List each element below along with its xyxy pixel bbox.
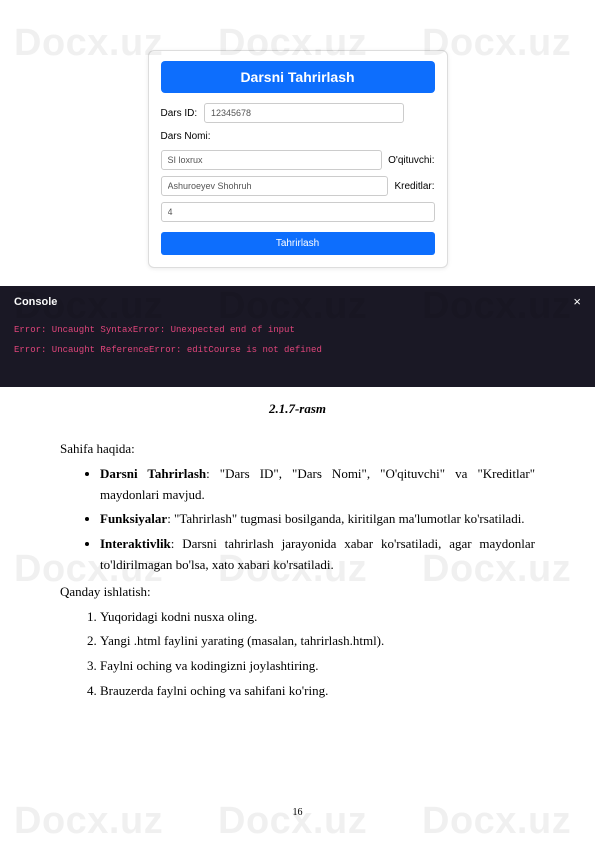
edit-lesson-form: Darsni Tahrirlash Dars ID: Dars Nomi: O'…	[148, 50, 448, 268]
section-heading: Sahifa haqida:	[60, 439, 535, 460]
close-icon[interactable]: ×	[573, 294, 581, 309]
console-body: Error: Uncaught SyntaxError: Unexpected …	[0, 317, 595, 373]
bullet-list: Darsni Tahrirlash: "Dars ID", "Dars Nomi…	[60, 464, 535, 576]
list-item: Interaktivlik: Darsni tahrirlash jarayon…	[100, 534, 535, 576]
console-error-line: Error: Uncaught SyntaxError: Unexpected …	[14, 325, 581, 335]
credits-input[interactable]	[161, 202, 435, 222]
list-item: Brauzerda faylni oching va sahifani ko'r…	[100, 681, 535, 702]
list-item: Darsni Tahrirlash: "Dars ID", "Dars Nomi…	[100, 464, 535, 506]
console-error-line: Error: Uncaught ReferenceError: editCour…	[14, 345, 581, 355]
section-heading: Qanday ishlatish:	[60, 582, 535, 603]
list-item: Yangi .html faylini yarating (masalan, t…	[100, 631, 535, 652]
page-number: 16	[0, 807, 595, 818]
list-item: Faylni oching va kodingizni joylashtirin…	[100, 656, 535, 677]
form-title: Darsni Tahrirlash	[161, 61, 435, 93]
list-item: Yuqoridagi kodni nusxa oling.	[100, 607, 535, 628]
teacher-label: O'qituvchi:	[388, 155, 434, 166]
body-text: Sahifa haqida: Darsni Tahrirlash: "Dars …	[60, 439, 535, 702]
lesson-id-label: Dars ID:	[161, 103, 435, 123]
lesson-name-label: Dars Nomi:	[161, 131, 435, 142]
lesson-name-input[interactable]	[161, 150, 383, 170]
console-header: Console ×	[0, 286, 595, 317]
submit-button[interactable]: Tahrirlash	[161, 232, 435, 255]
console-title: Console	[14, 296, 57, 308]
credits-label: Kreditlar:	[394, 181, 434, 192]
console-panel: Console × Error: Uncaught SyntaxError: U…	[0, 286, 595, 387]
figure-caption: 2.1.7-rasm	[60, 401, 535, 417]
teacher-input[interactable]	[161, 176, 389, 196]
list-item: Funksiyalar: "Tahrirlash" tugmasi bosilg…	[100, 509, 535, 530]
lesson-id-input[interactable]	[204, 103, 404, 123]
numbered-list: Yuqoridagi kodni nusxa oling. Yangi .htm…	[60, 607, 535, 702]
form-container: Darsni Tahrirlash Dars ID: Dars Nomi: O'…	[60, 50, 535, 268]
